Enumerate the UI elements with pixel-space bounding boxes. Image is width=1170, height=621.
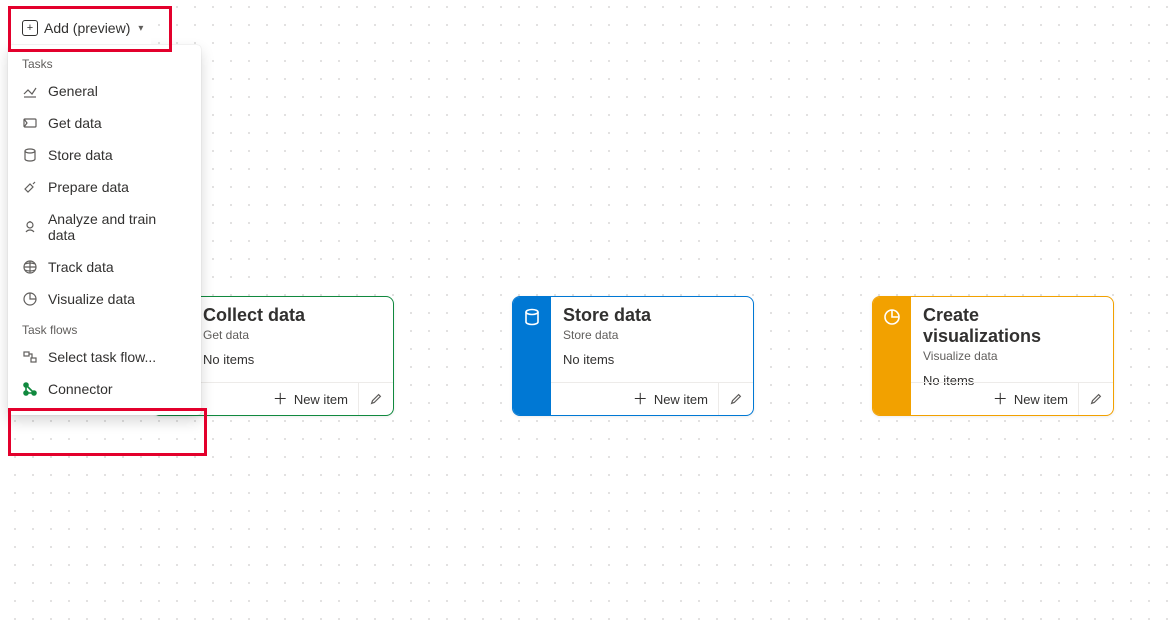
new-item-button[interactable]: ＋ New item [191,383,358,415]
plus-icon: ＋ [273,392,288,407]
prepare-data-icon [22,179,38,195]
chevron-down-icon: ▾ [138,23,143,34]
menu-item-label: General [48,83,98,99]
general-icon [22,83,38,99]
menu-item-label: Store data [48,147,113,163]
pencil-icon [369,392,383,406]
pencil-icon [1089,392,1103,406]
menu-item-visualize[interactable]: Visualize data [8,283,201,315]
card-accent [873,297,911,415]
new-item-button[interactable]: ＋ New item [551,383,718,415]
card-footer: ＋ New item [911,382,1113,415]
card-status: No items [563,352,741,367]
visualize-icon [22,291,38,307]
select-task-flow-icon [22,349,38,365]
menu-item-label: Connector [48,381,113,397]
menu-item-label: Select task flow... [48,349,156,365]
new-item-label: New item [1014,392,1068,407]
store-data-icon [22,147,38,163]
menu-item-store-data[interactable]: Store data [8,139,201,171]
task-card-create-visualizations[interactable]: Create visualizations Visualize data No … [872,296,1114,416]
card-subtitle: Get data [203,328,381,342]
menu-item-select-task-flow[interactable]: Select task flow... [8,341,201,373]
menu-item-label: Visualize data [48,291,135,307]
pencil-icon [729,392,743,406]
menu-section-tasks: Tasks [8,49,201,75]
edit-button[interactable] [1078,383,1113,415]
card-subtitle: Visualize data [923,349,1101,363]
menu-item-label: Analyze and train data [48,211,187,243]
add-button-label: Add (preview) [44,20,130,36]
analyze-icon [22,219,38,235]
plus-box-icon: + [22,20,38,36]
card-subtitle: Store data [563,328,741,342]
card-accent [513,297,551,415]
menu-section-task-flows: Task flows [8,315,201,341]
card-title: Create visualizations [923,305,1101,347]
menu-item-label: Track data [48,259,114,275]
menu-item-get-data[interactable]: Get data [8,107,201,139]
new-item-button[interactable]: ＋ New item [911,383,1078,415]
track-data-icon [22,259,38,275]
menu-item-analyze[interactable]: Analyze and train data [8,203,201,251]
add-preview-button[interactable]: + Add (preview) ▾ [14,12,151,44]
card-title: Store data [563,305,741,326]
new-item-label: New item [654,392,708,407]
menu-item-label: Get data [48,115,102,131]
connector-icon [22,381,38,397]
plus-icon: ＋ [993,392,1008,407]
add-dropdown-menu: Tasks General Get data Store data Prepar… [8,45,201,415]
card-title: Collect data [203,305,381,326]
menu-item-general[interactable]: General [8,75,201,107]
card-footer: ＋ New item [551,382,753,415]
new-item-label: New item [294,392,348,407]
card-status: No items [203,352,381,367]
menu-item-connector[interactable]: Connector [8,373,201,405]
task-card-store-data[interactable]: Store data Store data No items ＋ New ite… [512,296,754,416]
plus-icon: ＋ [633,392,648,407]
card-footer: ＋ New item [191,382,393,415]
menu-item-prepare-data[interactable]: Prepare data [8,171,201,203]
edit-button[interactable] [718,383,753,415]
menu-item-track-data[interactable]: Track data [8,251,201,283]
edit-button[interactable] [358,383,393,415]
get-data-icon [22,115,38,131]
menu-item-label: Prepare data [48,179,129,195]
